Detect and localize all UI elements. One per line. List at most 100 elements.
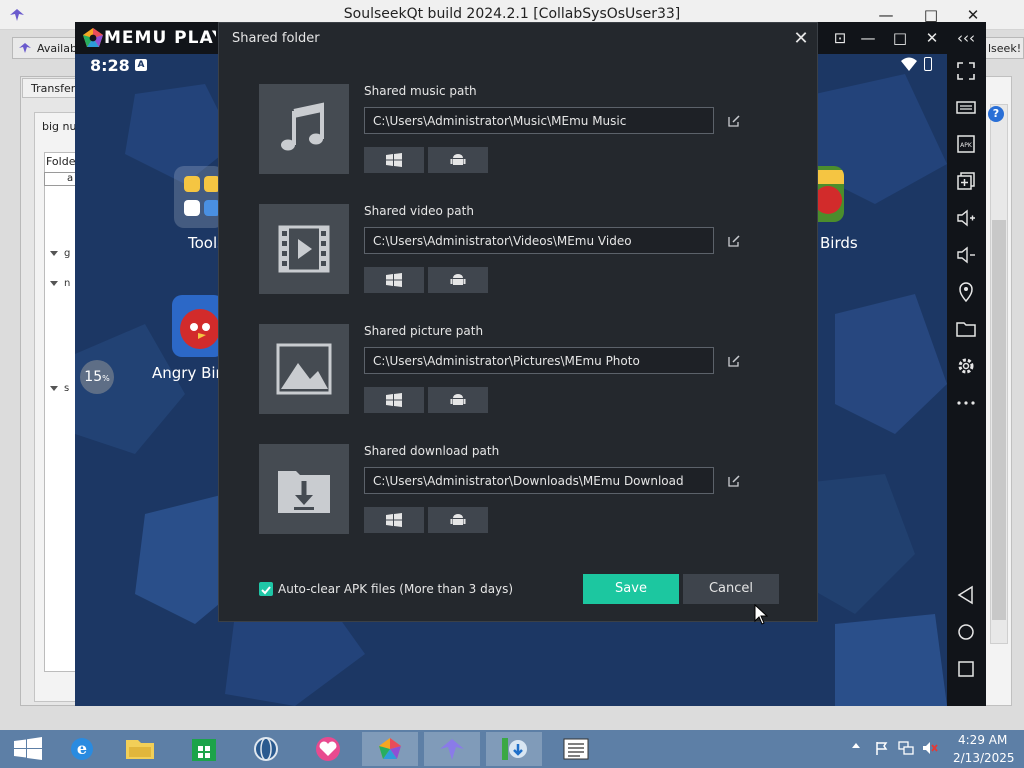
svg-text:APK: APK [960,142,973,149]
help-icon[interactable]: ? [988,106,1004,122]
svg-text:e: e [77,739,87,758]
volume-down-icon[interactable] [955,244,977,266]
picture-icon [276,343,332,395]
memu-taskbar-icon[interactable] [362,732,418,766]
auto-clear-checkbox[interactable] [259,582,273,596]
flag-icon[interactable] [874,740,890,756]
video-path-field[interactable]: C:\Users\Administrator\Videos\MEmu Video [364,227,714,254]
angry-birds-alt-icon[interactable] [818,166,844,222]
dialog-close-icon[interactable]: ✕ [790,28,812,50]
tab-transfers[interactable]: Transfers [22,78,78,98]
picture-path-label: Shared picture path [364,324,484,338]
soulseek-right-button[interactable]: lseek! [984,37,1024,59]
progress-value: 15 [84,369,103,385]
edit-icon[interactable] [727,114,741,128]
file-explorer-icon[interactable] [112,732,168,766]
start-button[interactable] [0,732,56,766]
available-label: Available [37,42,75,55]
memu-logo-icon [83,28,103,47]
download-path-label: Shared download path [364,444,500,458]
download-open-windows-button[interactable] [364,507,424,533]
edit-icon[interactable] [727,234,741,248]
picture-open-windows-button[interactable] [364,387,424,413]
android-icon [450,274,466,285]
internet-explorer-icon[interactable]: e [54,732,110,766]
download-open-android-button[interactable] [428,507,488,533]
home-icon[interactable] [955,621,977,643]
windows-icon [386,273,402,287]
checkmark-icon [261,586,271,595]
windows-icon [386,153,402,167]
search-tab-label[interactable]: big nu [42,120,78,133]
memu-keymap-icon[interactable]: ⊡ [828,27,852,49]
save-button[interactable]: Save [583,574,679,604]
app-mini-icon [184,176,200,192]
clock-time[interactable]: 4:29 AM [958,733,1007,747]
angry-birds-alt-label: Birds [820,234,858,252]
chrome-mini-icon [184,200,200,216]
folder-icon[interactable] [955,318,977,340]
memu-minimize-button[interactable]: — [856,27,880,49]
cancel-button[interactable]: Cancel [683,574,779,604]
heart-app-icon[interactable] [300,732,356,766]
soulseek-taskbar-icon[interactable] [424,732,480,766]
android-icon [450,394,466,405]
memu-collapse-icon[interactable]: ‹‹‹ [954,27,978,49]
clock-date[interactable]: 2/13/2025 [953,751,1015,765]
video-open-android-button[interactable] [428,267,488,293]
keyboard-icon[interactable] [955,96,977,118]
video-open-windows-button[interactable] [364,267,424,293]
music-open-windows-button[interactable] [364,147,424,173]
chevron-down-icon [50,250,58,256]
tools-folder-icon[interactable] [174,166,224,228]
memu-close-button[interactable]: ✕ [920,27,944,49]
windows-icon [386,513,402,527]
picture-open-android-button[interactable] [428,387,488,413]
edit-icon[interactable] [727,474,741,488]
more-icon[interactable] [955,392,977,414]
store-icon[interactable] [176,732,232,766]
fullscreen-icon[interactable] [955,60,977,82]
chevron-down-icon [50,385,58,391]
music-open-android-button[interactable] [428,147,488,173]
multi-instance-icon[interactable] [955,170,977,192]
folder-column-header[interactable]: Folde [46,155,78,168]
memu-maximize-button[interactable]: □ [888,27,912,49]
video-path-label: Shared video path [364,204,474,218]
apk-icon[interactable]: APK [955,133,977,155]
download-manager-icon[interactable] [486,732,542,766]
volume-muted-icon[interactable] [922,740,938,756]
download-path-field[interactable]: C:\Users\Administrator\Downloads\MEmu Do… [364,467,714,494]
picture-path-field[interactable]: C:\Users\Administrator\Pictures\MEmu Pho… [364,347,714,374]
tray-expand-icon[interactable] [852,743,860,748]
battery-icon [924,57,932,71]
bird-icon [19,43,31,53]
music-note-icon [281,102,324,151]
angry-birds-label: Angry Birds [152,364,218,382]
mouse-cursor-icon [754,604,768,625]
back-icon[interactable] [955,584,977,606]
available-button[interactable]: Available [12,37,76,59]
music-path-field[interactable]: C:\Users\Administrator\Music\MEmu Music [364,107,714,134]
video-film-icon [278,225,330,273]
auto-clear-label[interactable]: Auto-clear APK files (More than 3 days) [278,582,513,596]
edit-icon[interactable] [727,354,741,368]
progress-unit: % [102,374,110,383]
wifi-icon [901,57,917,71]
angry-birds-icon[interactable] [172,295,224,357]
globe-app-icon[interactable] [238,732,294,766]
windows-icon [386,393,402,407]
music-path-label: Shared music path [364,84,477,98]
download-folder-icon [278,471,330,513]
scrollbar-thumb[interactable] [992,220,1006,620]
recents-icon[interactable] [955,658,977,680]
status-notification-icon: A [135,59,147,71]
memu-brand: MEMU PLAY [104,28,216,48]
network-icon[interactable] [898,740,914,756]
notepad-icon[interactable] [548,732,604,766]
location-icon[interactable] [955,281,977,303]
gear-icon[interactable] [955,355,977,377]
progress-indicator: 15% [80,360,114,394]
android-icon [450,154,466,165]
volume-up-icon[interactable] [955,207,977,229]
